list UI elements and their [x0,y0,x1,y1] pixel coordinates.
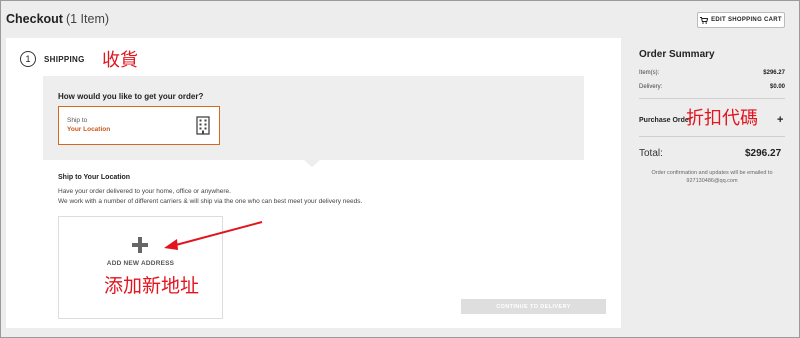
page-title-text: Checkout [6,12,63,26]
summary-divider [639,136,785,137]
checkout-header: Checkout (1 Item) EDIT SHOPPING CART [0,0,800,38]
location-desc-line2: We work with a number of different carri… [58,198,363,205]
email-note: Order confirmation and updates will be e… [651,170,773,176]
delivery-label: Delivery: [639,84,663,90]
step-number: 1 [20,51,36,67]
summary-items-row: Item(s): $296.27 [639,70,785,76]
edit-shopping-cart-button[interactable]: EDIT SHOPPING CART [697,12,785,28]
delivery-question: How would you like to get your order? [58,92,204,101]
location-title: Ship to Your Location [58,174,131,181]
panel-notch [304,160,320,167]
delivery-value: $0.00 [769,84,785,90]
ship-to-location-option[interactable]: Ship to Your Location [58,106,220,145]
add-address-label: ADD NEW ADDRESS [106,260,175,267]
continue-to-delivery-button[interactable]: CONTINUE TO DELIVERY [461,299,606,314]
shipping-annotation: 收貨 [102,50,138,71]
email-address: 927130486@qq.com [686,178,738,184]
items-value: $296.27 [763,70,785,76]
edit-cart-label: EDIT SHOPPING CART [711,17,782,23]
promo-annotation: 折扣代碼 [686,108,758,129]
plus-icon [132,237,148,253]
expand-plus-icon[interactable]: + [777,114,783,126]
summary-title: Order Summary [639,49,715,60]
page-title: Checkout (1 Item) [6,12,109,26]
total-value: $296.27 [745,148,782,159]
add-address-annotation: 添加新地址 [104,275,200,297]
shipping-section: 1 SHIPPING 收貨 How would you like to get … [6,38,621,328]
step-label: SHIPPING [44,55,85,64]
building-icon [196,116,210,135]
purchase-order-toggle[interactable]: Purchase Order [639,117,692,124]
ship-option-line1: Ship to [67,117,88,124]
add-new-address-button[interactable]: ADD NEW ADDRESS [58,216,223,319]
total-label: Total: [639,148,663,159]
cart-icon [700,16,709,24]
items-label: Item(s): [639,70,660,76]
summary-delivery-row: Delivery: $0.00 [639,84,785,90]
ship-option-line2: Your Location [67,126,111,133]
location-desc-line1: Have your order delivered to your home, … [58,188,231,195]
item-count: (1 Item) [65,12,110,26]
summary-divider [639,98,785,99]
delivery-method-panel: How would you like to get your order? Sh… [43,76,584,160]
